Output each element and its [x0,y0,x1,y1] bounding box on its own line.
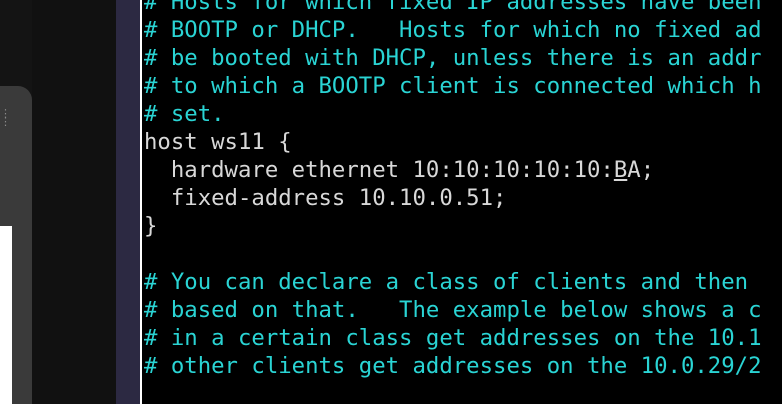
background-app-pane [0,226,12,404]
comment-line: # Hosts for which fixed IP addresses hav… [144,0,762,15]
code-line: } [144,213,158,239]
code-line: hardware ethernet 10:10:10:10:10:BA; [144,157,655,183]
desktop: ⋮ ⋮ # Hosts for which fixed IP addresses … [0,0,782,404]
comment-line: # to which a BOOTP client is connected w… [144,73,762,99]
comment-line: # in a certain class get addresses on th… [144,325,762,351]
text-cursor: B [613,157,628,183]
code-line: fixed-address 10.10.0.51; [144,185,507,211]
comment-line: # You can declare a class of clients and… [144,269,749,295]
comment-line: # BOOTP or DHCP. Hosts for which no fixe… [144,17,762,43]
comment-line: # based on that. The example below shows… [144,297,762,323]
vertical-dots-icon[interactable]: ⋮ ⋮ [0,108,12,138]
terminal-window[interactable]: # Hosts for which fixed IP addresses hav… [140,0,782,404]
background-app-window[interactable]: ⋮ ⋮ [0,86,32,404]
comment-line: # be booted with DHCP, unless there is a… [144,45,762,71]
desktop-gap [32,0,116,404]
code-line: host ws11 { [144,129,292,155]
comment-line: # other clients get addresses on the 10.… [144,353,762,379]
terminal-text-area[interactable]: # Hosts for which fixed IP addresses hav… [144,0,762,380]
comment-line: # set. [144,101,225,127]
dock-bar [116,0,140,404]
